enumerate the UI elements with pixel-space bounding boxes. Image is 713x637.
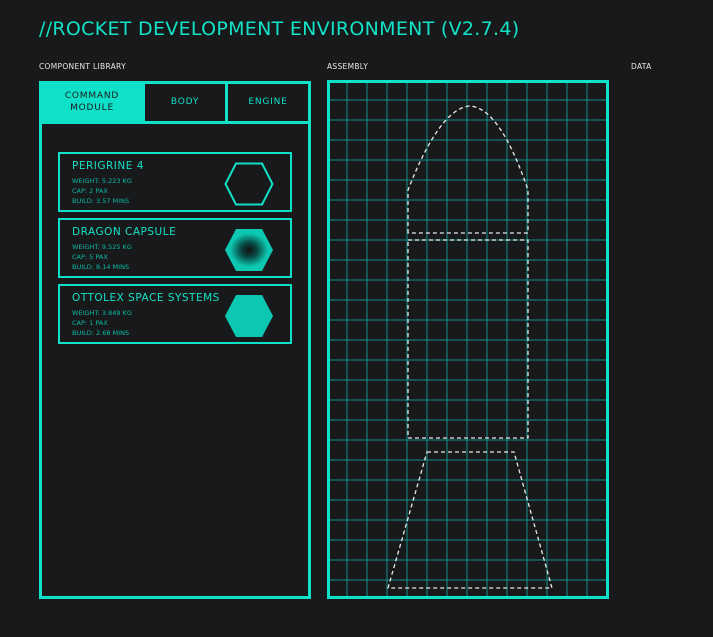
body-outline <box>407 239 529 439</box>
assembly-grid <box>330 83 606 596</box>
assembly-label: ASSEMBLY <box>327 62 369 71</box>
component-library-label: COMPONENT LIBRARY <box>39 62 126 71</box>
hexagon-radial-icon <box>225 229 273 271</box>
component-card-dragon[interactable]: DRAGON CAPSULE WEIGHT: 9.525 KG CAP: 5 P… <box>58 218 292 278</box>
page-title: //ROCKET DEVELOPMENT ENVIRONMENT (V2.7.4… <box>39 18 520 40</box>
tab-command-module[interactable]: COMMAND MODULE <box>42 84 142 121</box>
tab-body[interactable]: BODY <box>142 84 225 121</box>
nose-cone-outline <box>407 105 529 234</box>
component-card-ottolex[interactable]: OTTOLEX SPACE SYSTEMS WEIGHT: 3.849 KG C… <box>58 284 292 344</box>
component-card-perigrine[interactable]: PERIGRINE 4 WEIGHT: 5.223 KG CAP: 2 PAX … <box>58 152 292 212</box>
assembly-canvas[interactable] <box>327 80 609 599</box>
hexagon-outline-icon <box>224 162 274 206</box>
hexagon-filled-icon <box>225 295 273 337</box>
data-label: DATA <box>631 62 652 71</box>
tab-engine[interactable]: ENGINE <box>225 84 308 121</box>
tab-bar: COMMAND MODULE BODY ENGINE <box>42 84 308 124</box>
component-library-panel: COMMAND MODULE BODY ENGINE PERIGRINE 4 W… <box>39 81 311 599</box>
